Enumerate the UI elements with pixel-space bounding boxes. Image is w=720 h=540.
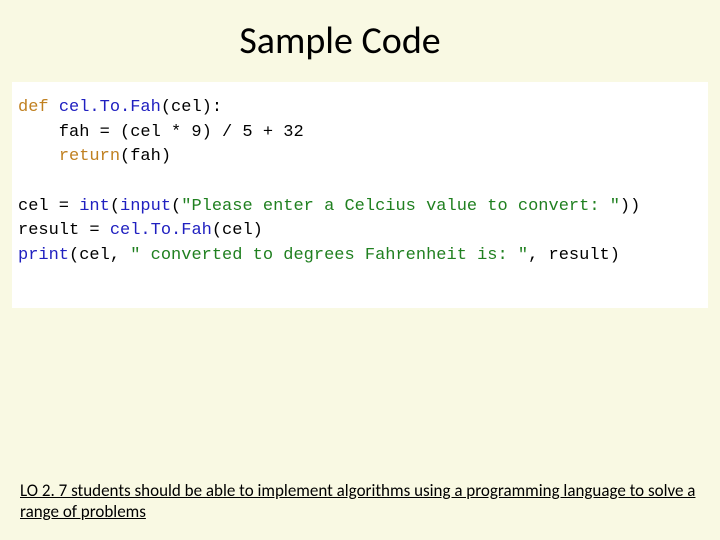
code-text: )) <box>620 197 640 216</box>
function-name: cel.To.Fah <box>59 98 161 117</box>
code-text: (cel, <box>69 246 130 265</box>
code-text: (fah) <box>120 147 171 166</box>
code-text: ( <box>110 197 120 216</box>
string-literal: "Please enter a Celcius value to convert… <box>181 197 620 216</box>
slide-title: Sample Code <box>0 0 720 74</box>
builtin-int: int <box>79 197 110 216</box>
code-text: , result) <box>528 246 620 265</box>
code-text: ( <box>171 197 181 216</box>
code-text: result = <box>18 221 110 240</box>
function-call: cel.To.Fah <box>110 221 212 240</box>
code-block: def cel.To.Fah(cel): fah = (cel * 9) / 5… <box>12 82 708 308</box>
learning-objective: LO 2. 7 students should be able to imple… <box>20 480 700 523</box>
keyword-return: return <box>59 147 120 166</box>
code-text: (cel) <box>212 221 263 240</box>
code-text: cel = <box>18 197 79 216</box>
code-text: fah = (cel * 9) / 5 + 32 <box>18 123 304 142</box>
builtin-input: input <box>120 197 171 216</box>
builtin-print: print <box>18 246 69 265</box>
code-text: (cel): <box>161 98 222 117</box>
string-literal: " converted to degrees Fahrenheit is: " <box>130 246 528 265</box>
keyword-def: def <box>18 98 49 117</box>
